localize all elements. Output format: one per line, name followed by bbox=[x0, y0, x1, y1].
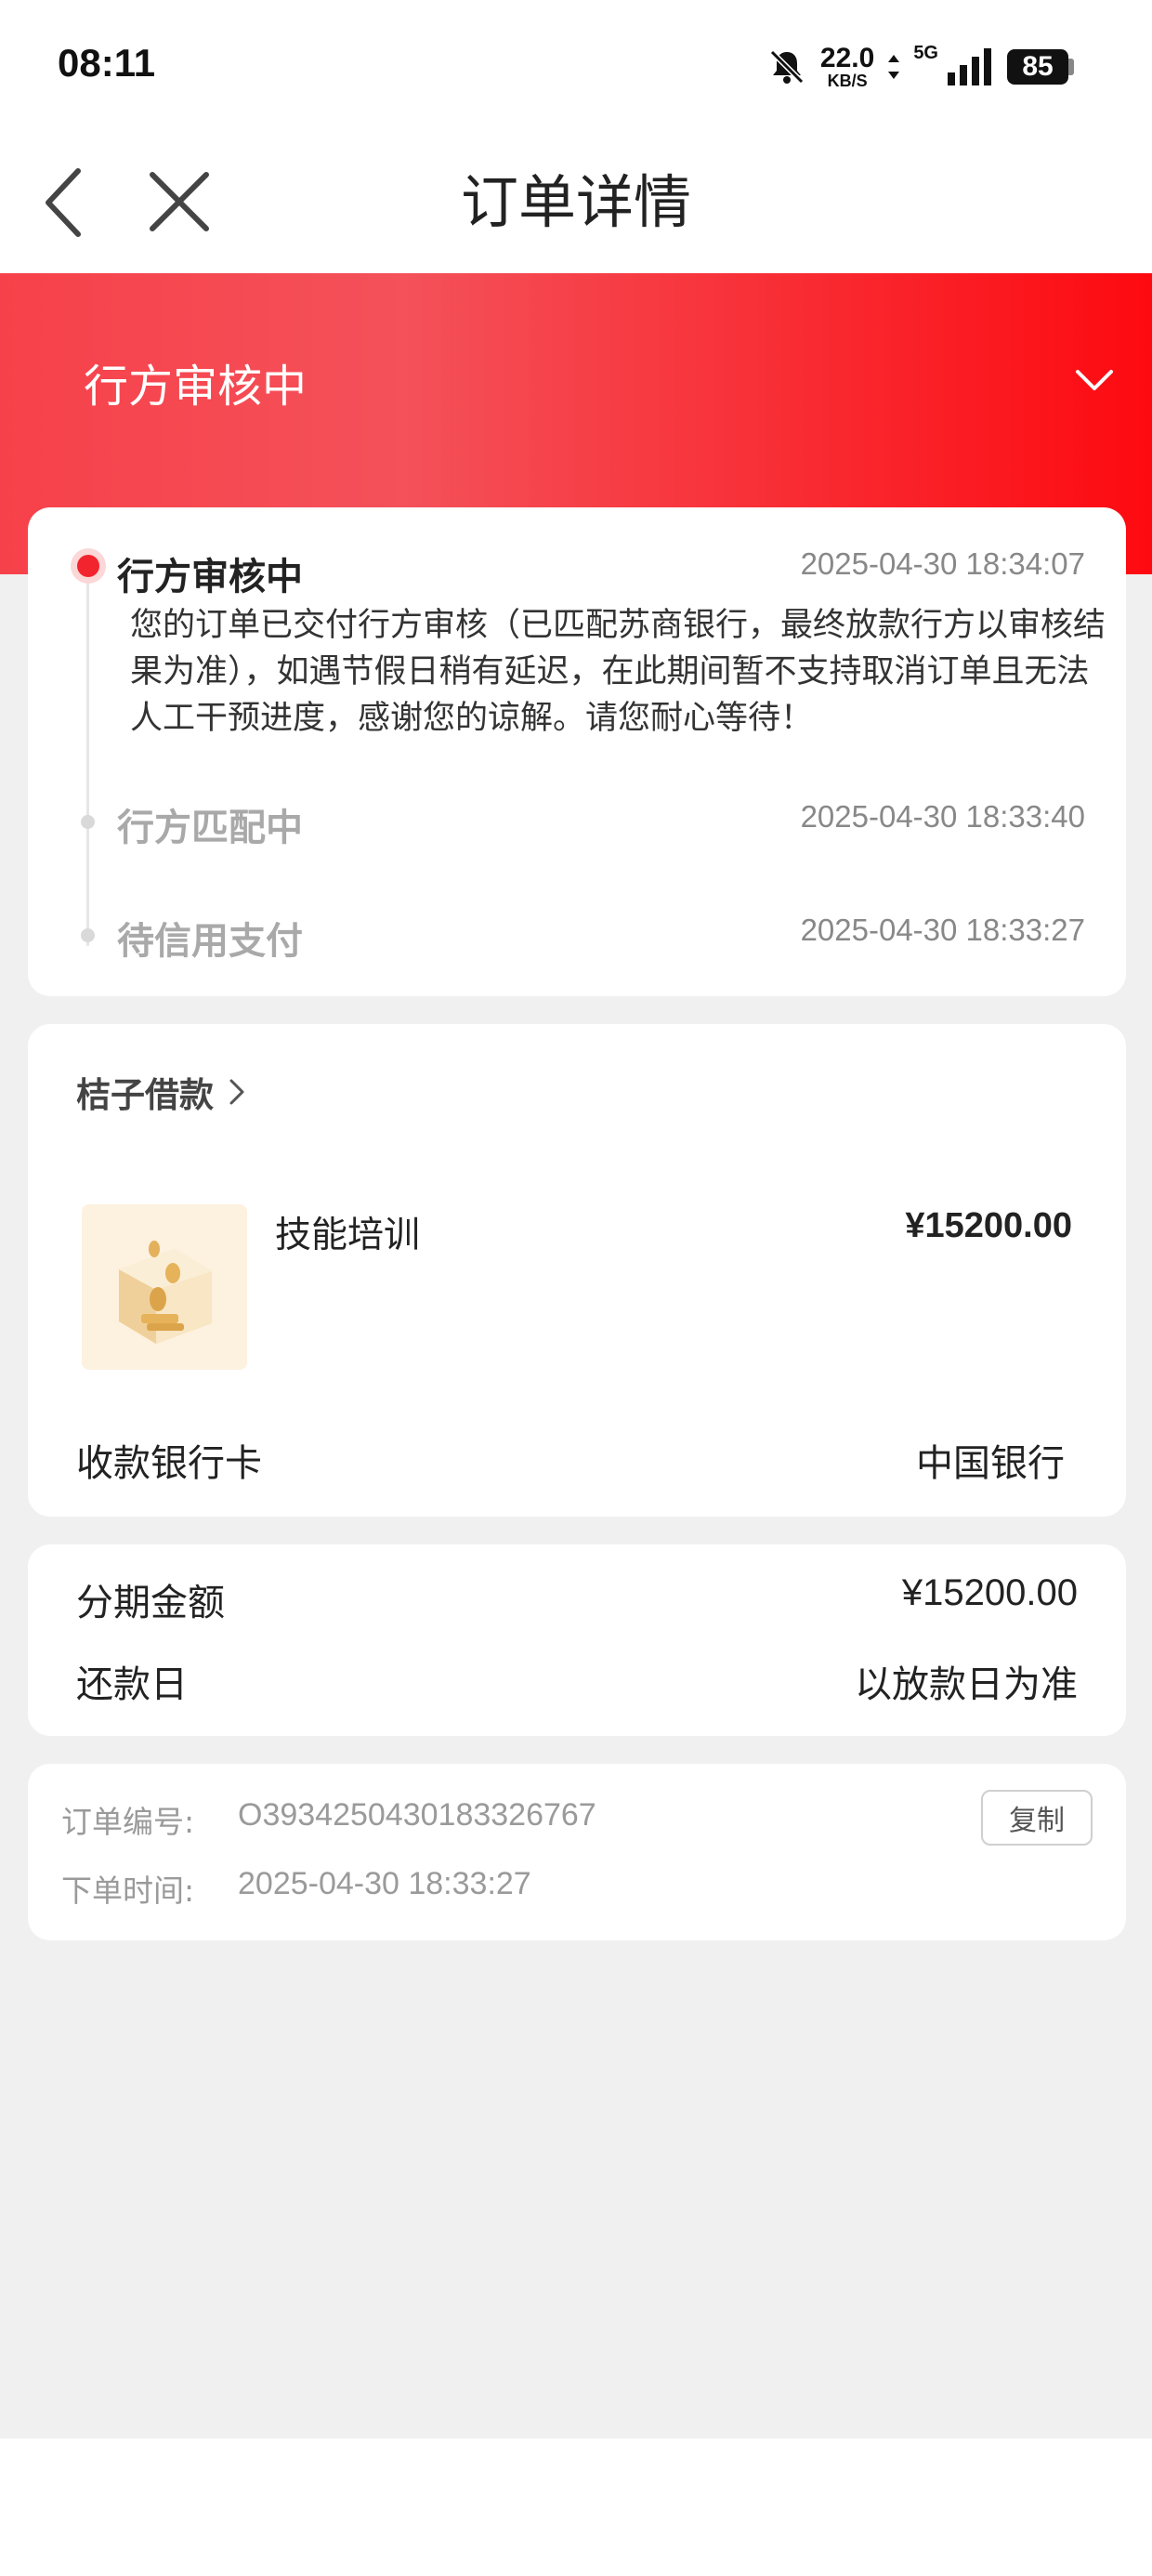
product-price: ¥15200.00 bbox=[905, 1206, 1072, 1245]
order-time-value: 2025-04-30 18:33:27 bbox=[238, 1866, 531, 1901]
timeline-step-title: 待信用支付 bbox=[117, 920, 303, 963]
order-info-card: 订单编号: O393425043018332676​7 复制 下单时间: 202… bbox=[28, 1764, 1126, 1940]
shop-name: 桔子借款 bbox=[76, 1075, 214, 1115]
timeline-step-time: 2025-04-30 18:33:40 bbox=[800, 799, 1085, 834]
product-card: 桔子借款 技能培训 ¥15200.00 收款银行卡 中国银行 bbox=[28, 1024, 1126, 1517]
shop-link[interactable]: 桔子借款 bbox=[76, 1067, 247, 1117]
chevron-right-icon bbox=[229, 1079, 244, 1105]
banner-status: 行方审核中 bbox=[84, 361, 308, 413]
repay-day-label: 还款日 bbox=[76, 1663, 188, 1706]
order-number-value: O393425043018332676​7 bbox=[238, 1797, 596, 1833]
status-time: 08:11 bbox=[58, 41, 156, 85]
page-title: 订单详情 bbox=[460, 168, 691, 236]
timeline-dot bbox=[81, 928, 95, 942]
status-icons: 22.0 KB/S 5G 85 bbox=[766, 41, 1074, 93]
gold-box-icon bbox=[119, 1241, 212, 1344]
battery-icon: 85 bbox=[1007, 49, 1074, 85]
order-detail-page: 08:11 22.0 KB/S 5G 85 订单详情 行方审核中 行方审核中 2… bbox=[0, 0, 1152, 2576]
network-type: 5G bbox=[913, 43, 938, 63]
timeline-step-time: 2025-04-30 18:34:07 bbox=[800, 546, 1085, 581]
net-speed: 22.0 KB/S bbox=[819, 43, 875, 90]
product-name: 技能培训 bbox=[275, 1215, 421, 1256]
mute-bell-icon bbox=[769, 49, 805, 85]
battery-level: 85 bbox=[1007, 49, 1068, 85]
installment-card: 分期金额 ¥15200.00 还款日 以放款日为准 bbox=[28, 1544, 1126, 1736]
progress-timeline-card: 行方审核中 2025-04-30 18:34:07 您的订单已交付行方审核（已匹… bbox=[28, 507, 1126, 996]
chevron-down-icon[interactable] bbox=[1074, 366, 1115, 394]
timeline-step-time: 2025-04-30 18:33:27 bbox=[800, 913, 1085, 947]
signal-icon bbox=[948, 48, 991, 85]
installment-amount-label: 分期金额 bbox=[76, 1582, 225, 1624]
order-number-label: 订单编号: bbox=[61, 1804, 195, 1840]
status-bar: 08:11 22.0 KB/S 5G 85 bbox=[0, 0, 1152, 138]
product-image bbox=[82, 1204, 247, 1370]
bank-card-label: 收款银行卡 bbox=[76, 1442, 262, 1485]
timeline-step-title: 行方审核中 bbox=[117, 556, 303, 598]
bottom-bar-area bbox=[0, 2438, 1152, 2576]
timeline-line bbox=[86, 574, 89, 946]
installment-amount-value: ¥15200.00 bbox=[901, 1572, 1078, 1613]
timeline-dot-active bbox=[71, 548, 106, 584]
data-arrows-icon bbox=[888, 55, 900, 79]
timeline-step-title: 行方匹配中 bbox=[117, 807, 303, 849]
timeline-step-desc: 您的订单已交付行方审核（已匹配苏商银行，最终放款行方以审核结果为准），如遇节假日… bbox=[130, 607, 1106, 737]
copy-button[interactable]: 复制 bbox=[981, 1790, 1093, 1846]
repay-day-value: 以放款日为准 bbox=[855, 1663, 1078, 1706]
nav-bar: 订单详情 bbox=[0, 138, 1152, 273]
order-time-label: 下单时间: bbox=[61, 1873, 195, 1909]
timeline-dot bbox=[81, 815, 95, 829]
bank-card-value: 中国银行 bbox=[916, 1442, 1065, 1485]
